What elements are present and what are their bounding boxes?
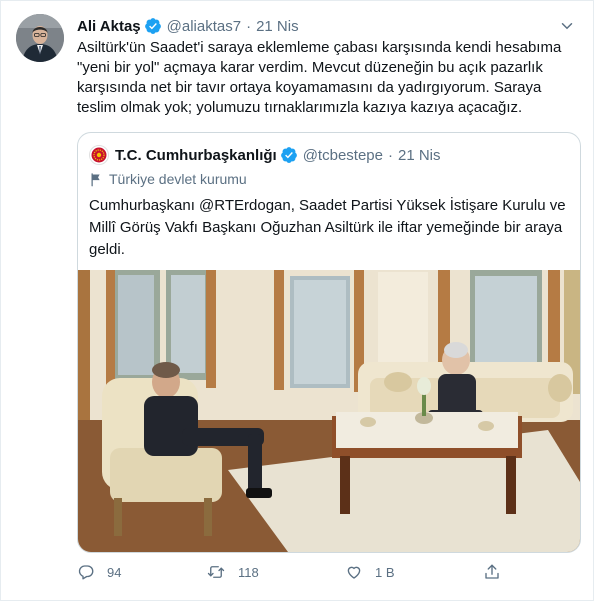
iftar-meeting-photo (78, 270, 580, 552)
tweet-timestamp[interactable]: 21 Nis (256, 18, 299, 35)
reply-button[interactable]: 94 (77, 563, 121, 581)
quoted-text: Cumhurbaşkanı @RTErdogan, Saadet Partisi… (89, 197, 566, 258)
author-name[interactable]: Ali Aktaş (77, 18, 141, 35)
tweet-actions: 94 118 1 B (77, 563, 517, 589)
like-count: 1 B (375, 564, 395, 580)
like-button[interactable]: 1 B (345, 563, 395, 581)
flag-icon (91, 172, 100, 186)
quoted-author-name[interactable]: T.C. Cumhurbaşkanlığı (115, 147, 277, 164)
separator-dot: · (387, 146, 393, 164)
retweet-button[interactable]: 118 (206, 563, 259, 581)
quoted-photo[interactable] (78, 270, 580, 552)
verified-badge-icon (144, 17, 162, 35)
presidential-seal-icon[interactable] (89, 145, 109, 165)
quoted-author-handle[interactable]: @tcbestepe (303, 147, 383, 164)
tweet-text: Asiltürk'ün Saadet'i saraya eklemleme ça… (77, 39, 562, 116)
avatar-photo (16, 14, 64, 62)
retweet-icon (207, 566, 225, 578)
like-icon (347, 566, 361, 579)
author-avatar[interactable] (16, 14, 64, 62)
share-button[interactable] (483, 563, 513, 581)
tweet-card[interactable]: Ali Aktaş @aliaktas7 · 21 Nis Asiltürk'ü… (0, 0, 594, 601)
author-handle[interactable]: @aliaktas7 (167, 18, 241, 35)
verified-badge-icon (280, 146, 298, 164)
quoted-tweet[interactable]: T.C. Cumhurbaşkanlığı @tcbestepe · 21 Ni… (77, 132, 581, 553)
separator-dot: · (246, 17, 252, 35)
state-affiliated-label-text: Türkiye devlet kurumu (109, 171, 247, 187)
share-icon (485, 564, 499, 579)
quoted-header: T.C. Cumhurbaşkanlığı @tcbestepe · 21 Ni… (89, 143, 441, 167)
retweet-count: 118 (238, 564, 259, 580)
tweet-header: Ali Aktaş @aliaktas7 · 21 Nis (77, 15, 299, 37)
state-affiliated-label[interactable]: Türkiye devlet kurumu (89, 171, 247, 187)
more-options-icon[interactable] (557, 16, 577, 36)
reply-icon (78, 565, 94, 580)
quoted-timestamp[interactable]: 21 Nis (398, 147, 441, 164)
reply-count: 94 (107, 564, 122, 580)
